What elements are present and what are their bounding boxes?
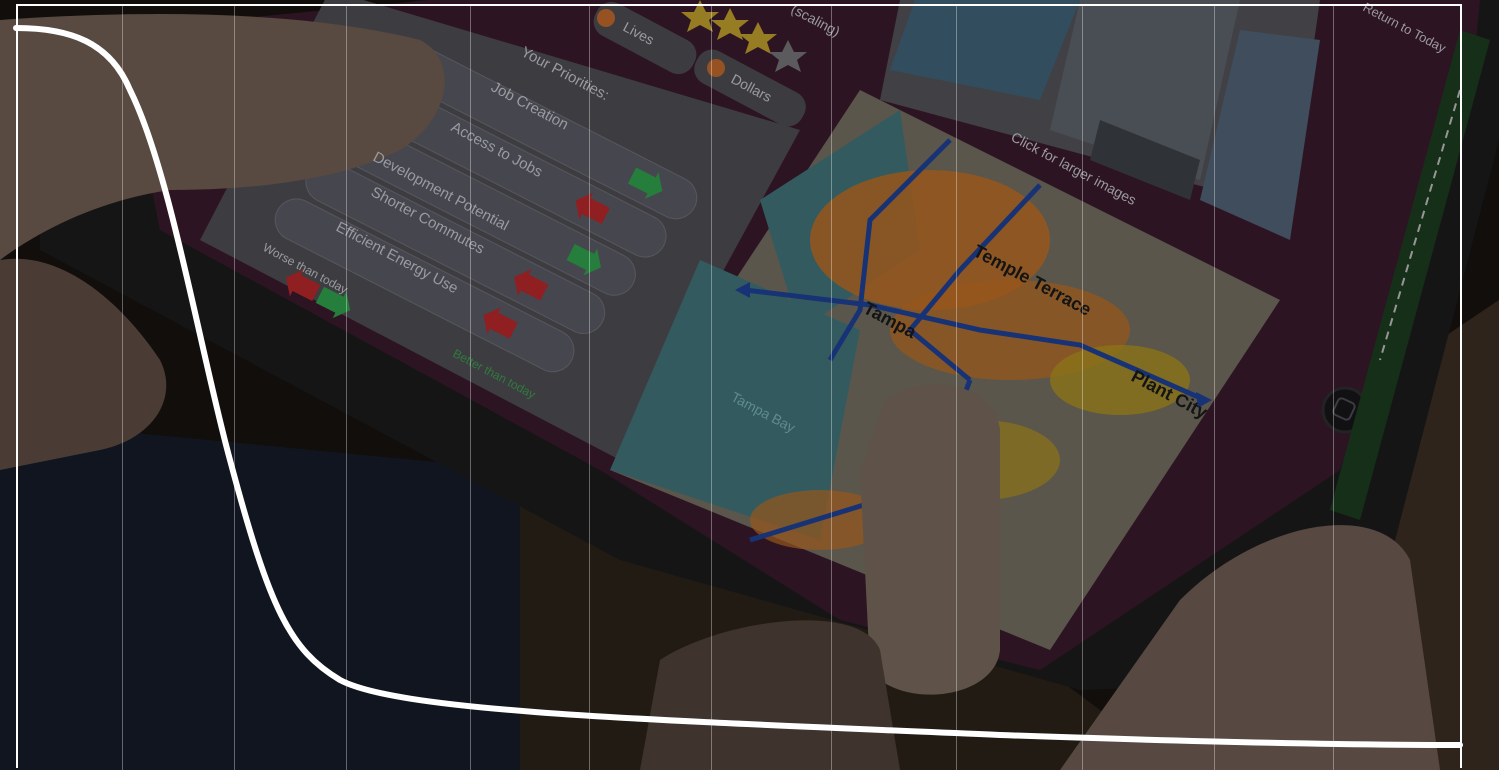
grid-line [831,4,832,770]
grid-line [470,4,471,770]
grid-line [1214,4,1215,770]
grid-line [122,4,123,770]
grid-line [711,4,712,770]
grid-line [589,4,590,770]
grid-line [1082,4,1083,770]
grid-line [346,4,347,770]
grid-line [956,4,957,770]
overlay-frame [16,4,1462,768]
grid-line [234,4,235,770]
grid-line [1333,4,1334,770]
